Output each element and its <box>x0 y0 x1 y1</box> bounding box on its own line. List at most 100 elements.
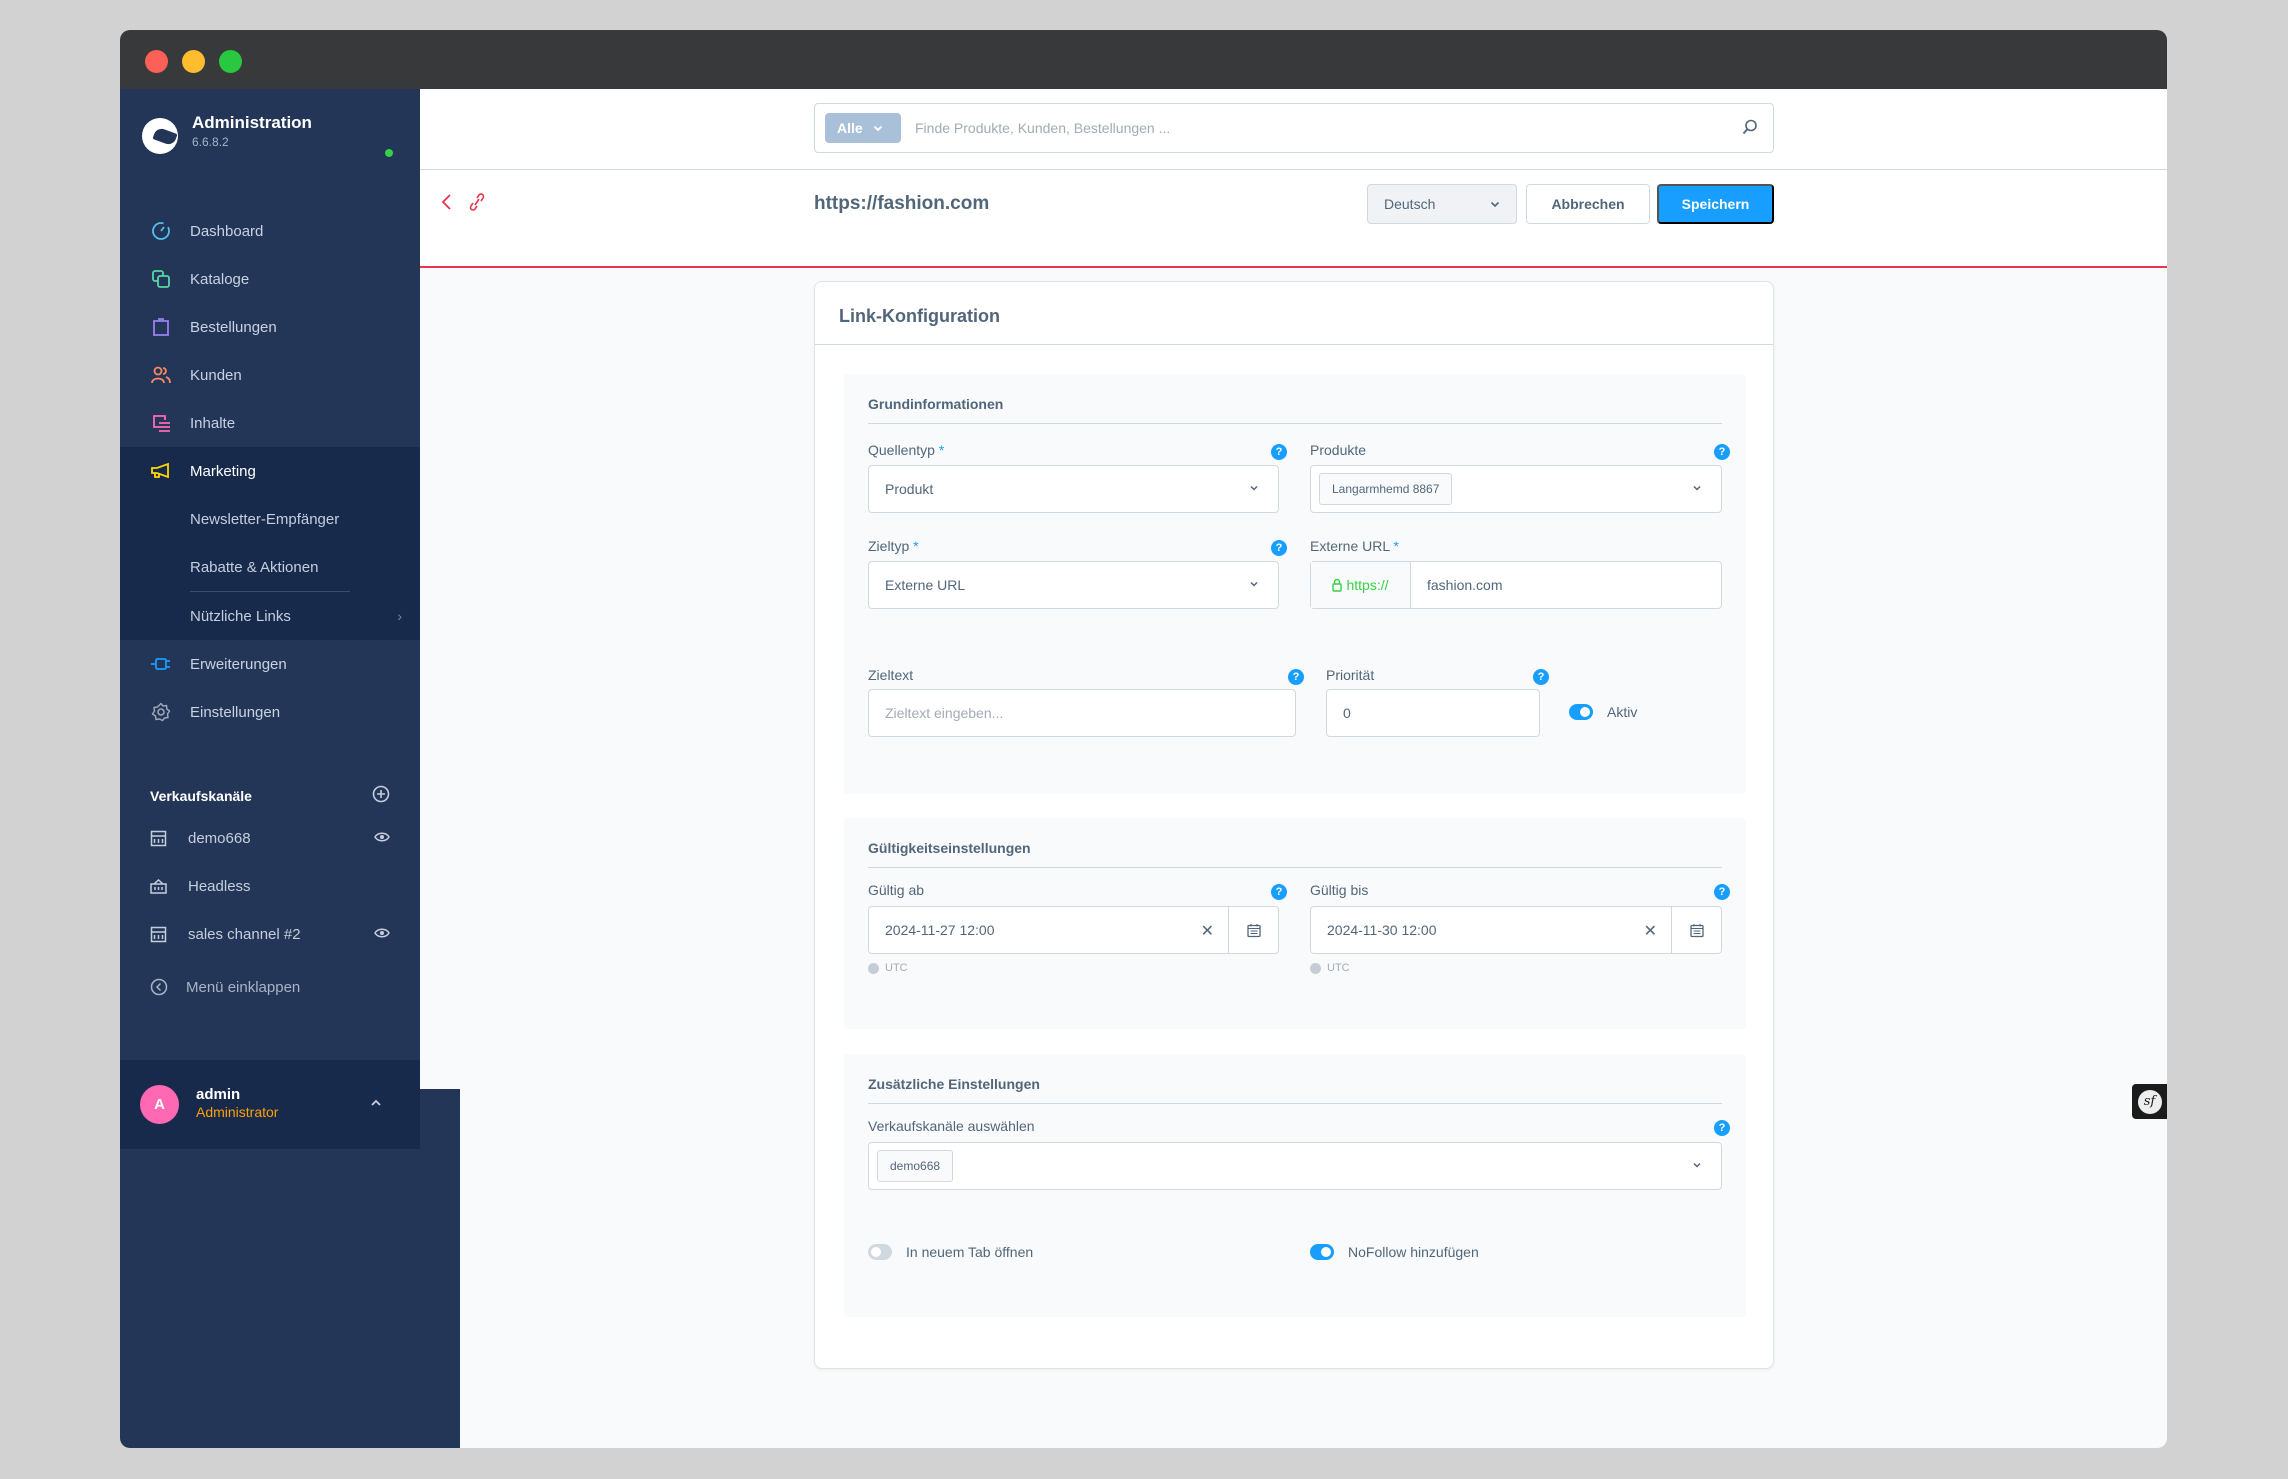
maximize-window-button[interactable] <box>219 50 242 73</box>
clock-icon <box>868 962 879 974</box>
help-icon[interactable]: ? <box>1714 884 1730 900</box>
minimize-window-button[interactable] <box>182 50 205 73</box>
language-select[interactable]: Deutsch <box>1367 184 1517 224</box>
sales-channel-demo668[interactable]: demo668 <box>120 814 420 862</box>
sales-channel-label: demo668 <box>188 829 251 847</box>
timezone-hint: UTC <box>868 962 908 974</box>
user-menu[interactable]: A admin Administrator <box>120 1060 420 1149</box>
sales-channel-tag[interactable]: demo668 <box>877 1150 954 1182</box>
collapse-menu-button[interactable]: Menü einklappen <box>150 978 300 996</box>
sidebar-subitem-useful-links[interactable]: Nützliche Links › <box>120 592 420 640</box>
additional-settings-section: Zusätzliche Einstellungen Verkaufskanäle… <box>844 1054 1746 1317</box>
nofollow-toggle[interactable]: NoFollow hinzufügen <box>1310 1244 1479 1260</box>
valid-from-label: Gültig ab <box>868 882 925 898</box>
collapse-menu-label: Menü einklappen <box>186 978 301 996</box>
section-title: Zusätzliche Einstellungen <box>868 1076 1040 1092</box>
sales-channels-select[interactable]: demo668 <box>868 1142 1722 1190</box>
toggle-switch[interactable] <box>1310 1244 1334 1260</box>
orders-icon <box>150 316 172 338</box>
priority-input[interactable]: 0 <box>1326 689 1540 737</box>
chevron-up-icon <box>370 1094 382 1112</box>
dashboard-icon <box>150 220 172 242</box>
products-select[interactable]: Langarmhemd 8867 <box>1310 465 1722 513</box>
sidebar-item-dashboard[interactable]: Dashboard <box>120 207 420 255</box>
window-titlebar <box>120 30 2167 89</box>
source-type-label: Quellentyp * <box>868 442 945 458</box>
active-toggle[interactable]: Aktiv <box>1569 704 1637 720</box>
section-divider <box>868 1103 1722 1104</box>
valid-from-datepicker[interactable]: 2024-11-27 12:00 ✕ <box>868 906 1279 954</box>
sidebar: Administration 6.6.8.2 Dashboard Katalog… <box>120 89 420 1149</box>
help-icon[interactable]: ? <box>1714 1120 1730 1136</box>
sales-channel-2[interactable]: sales channel #2 <box>120 910 420 958</box>
search-scope-select[interactable]: Alle <box>825 113 901 143</box>
sidebar-item-orders[interactable]: Bestellungen <box>120 303 420 351</box>
section-divider <box>868 867 1722 868</box>
eye-icon[interactable] <box>374 830 390 847</box>
help-icon[interactable]: ? <box>1288 669 1304 685</box>
sidebar-item-catalogs[interactable]: Kataloge <box>120 255 420 303</box>
target-text-input[interactable]: Zieltext eingeben... <box>868 689 1296 737</box>
chevron-left-circle-icon <box>150 978 168 996</box>
cancel-button[interactable]: Abbrechen <box>1526 184 1650 224</box>
eye-icon[interactable] <box>374 926 390 943</box>
external-url-field[interactable]: https:// fashion.com <box>1310 561 1722 609</box>
new-tab-toggle[interactable]: In neuem Tab öffnen <box>868 1244 1033 1260</box>
valid-to-datepicker[interactable]: 2024-11-30 12:00 ✕ <box>1310 906 1722 954</box>
back-chevron-icon[interactable] <box>440 192 454 217</box>
source-type-select[interactable]: Produkt <box>868 465 1279 513</box>
link-configuration-card: Link-Konfiguration Grundinformationen Qu… <box>814 281 1774 1369</box>
basic-info-section: Grundinformationen Quellentyp * ? Produk… <box>844 374 1746 794</box>
clock-icon <box>1310 962 1321 974</box>
sidebar-subitem-promotions[interactable]: Rabatte & Aktionen <box>120 543 420 591</box>
products-label: Produkte <box>1310 442 1367 458</box>
sidebar-item-label: Bestellungen <box>190 318 277 336</box>
close-window-button[interactable] <box>145 50 168 73</box>
sidebar-subitem-newsletter[interactable]: Newsletter-Empfänger <box>120 495 420 543</box>
product-tag[interactable]: Langarmhemd 8867 <box>1319 473 1453 505</box>
save-button[interactable]: Speichern <box>1657 184 1774 224</box>
toggle-switch[interactable] <box>1569 704 1593 720</box>
clear-date-icon[interactable]: ✕ <box>1644 921 1657 941</box>
sidebar-item-marketing[interactable]: Marketing <box>120 447 420 495</box>
section-divider <box>868 423 1722 424</box>
external-url-input[interactable]: fashion.com <box>1411 577 1502 593</box>
shopware-logo-icon <box>142 118 178 154</box>
help-icon[interactable]: ? <box>1271 884 1287 900</box>
add-sales-channel-icon[interactable] <box>372 785 390 806</box>
url-prefix-text: https:// <box>1346 577 1389 593</box>
symfony-toolbar-toggle[interactable]: sf <box>2132 1084 2167 1119</box>
sidebar-item-label: Newsletter-Empfänger <box>190 510 340 528</box>
sidebar-item-label: Nützliche Links <box>190 607 291 625</box>
sidebar-item-extensions[interactable]: Erweiterungen <box>120 640 420 688</box>
search-icon[interactable] <box>1741 118 1759 141</box>
plug-icon <box>150 653 172 675</box>
help-icon[interactable]: ? <box>1714 444 1730 460</box>
help-icon[interactable]: ? <box>1533 669 1549 685</box>
sidebar-item-customers[interactable]: Kunden <box>120 351 420 399</box>
target-type-select[interactable]: Externe URL <box>868 561 1279 609</box>
sidebar-item-settings[interactable]: Einstellungen <box>120 688 420 736</box>
sales-channel-label: sales channel #2 <box>188 925 301 943</box>
external-url-label: Externe URL * <box>1310 538 1399 554</box>
global-search[interactable]: Alle Finde Produkte, Kunden, Bestellunge… <box>814 103 1774 153</box>
storefront-icon <box>150 830 170 847</box>
online-status-dot <box>385 149 393 157</box>
calendar-icon[interactable] <box>1671 907 1721 953</box>
lock-icon <box>1332 578 1343 592</box>
valid-to-label: Gültig bis <box>1310 882 1369 898</box>
help-icon[interactable]: ? <box>1271 540 1287 556</box>
calendar-icon[interactable] <box>1228 907 1278 953</box>
brand[interactable]: Administration 6.6.8.2 <box>142 111 312 161</box>
page-title: https://fashion.com <box>814 193 990 214</box>
sales-channel-headless[interactable]: Headless <box>120 862 420 910</box>
card-divider <box>815 344 1773 345</box>
clear-date-icon[interactable]: ✕ <box>1201 921 1214 941</box>
search-input[interactable]: Finde Produkte, Kunden, Bestellungen ... <box>915 120 1170 136</box>
app-version: 6.6.8.2 <box>192 135 229 149</box>
target-type-value: Externe URL <box>885 577 966 593</box>
toggle-switch[interactable] <box>868 1244 892 1260</box>
sidebar-item-content[interactable]: Inhalte <box>120 399 420 447</box>
sales-channels-header: Verkaufskanäle <box>150 785 390 806</box>
help-icon[interactable]: ? <box>1271 444 1287 460</box>
